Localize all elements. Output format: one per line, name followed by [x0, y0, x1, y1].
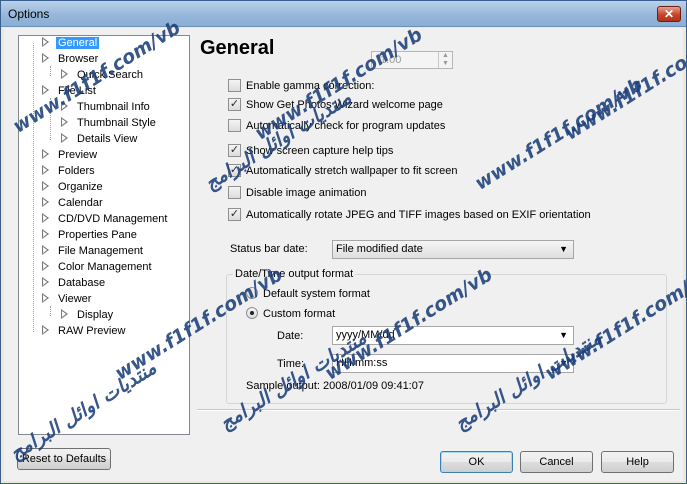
custom-format-radio[interactable]: Custom format: [246, 307, 335, 320]
page-title: General: [200, 37, 275, 59]
expand-arrow-icon: [42, 181, 49, 192]
expand-arrow-icon: [42, 53, 49, 64]
window-title: Options: [8, 7, 50, 21]
program-updates-checkbox[interactable]: Automatically check for program updates: [228, 118, 445, 134]
tree-item-organize[interactable]: Organize: [42, 180, 105, 195]
checkbox-box: [228, 78, 241, 92]
expand-arrow-icon: [42, 261, 49, 272]
tree-item-general[interactable]: General: [42, 36, 100, 51]
chevron-down-icon: ▼: [559, 330, 568, 340]
tree-item-properties-pane[interactable]: Properties Pane: [42, 228, 139, 243]
expand-arrow-icon: [42, 325, 49, 336]
tree-item-browser[interactable]: Browser: [42, 52, 100, 67]
tree-item-folders[interactable]: Folders: [42, 164, 97, 179]
date-label: Date:: [277, 330, 304, 342]
close-button[interactable]: ✕: [657, 6, 681, 22]
expand-arrow-icon: [61, 133, 68, 144]
checkbox-box: [228, 118, 241, 132]
status-bar-date-label: Status bar date:: [230, 243, 308, 255]
expand-arrow-icon: [42, 245, 49, 256]
date-format-combo[interactable]: yyyy/MM/dd ▼: [332, 326, 574, 345]
tree-item-thumbnail-style[interactable]: Thumbnail Style: [61, 116, 158, 131]
tree-item-cd-dvd-management[interactable]: CD/DVD Management: [42, 212, 169, 227]
reset-defaults-button[interactable]: Reset to Defaults: [17, 448, 111, 470]
gamma-correction-checkbox[interactable]: Enable gamma correction:: [228, 78, 374, 94]
tree-item-viewer[interactable]: Viewer: [42, 292, 93, 307]
expand-arrow-icon: [61, 309, 68, 320]
tree-item-preview[interactable]: Preview: [42, 148, 99, 163]
check-icon: ✓: [228, 163, 241, 177]
disable-animation-checkbox[interactable]: Disable image animation: [228, 185, 366, 201]
spinner-arrows-icon[interactable]: ▲ ▼: [438, 52, 452, 68]
options-dialog: Options ✕ General Browser Quick Search F…: [0, 0, 687, 484]
expand-arrow-icon: [42, 85, 49, 96]
tree-connector: [50, 66, 51, 76]
expand-arrow-icon: [42, 197, 49, 208]
radio-circle-icon: [246, 287, 258, 300]
time-format-combo[interactable]: HH:mm:ss ▼: [332, 354, 574, 373]
check-icon: ✓: [228, 97, 241, 111]
exif-rotate-checkbox[interactable]: ✓ Automatically rotate JPEG and TIFF imag…: [228, 207, 591, 223]
expand-arrow-icon: [42, 37, 49, 48]
tree-connector: [33, 43, 34, 332]
tree-item-calendar[interactable]: Calendar: [42, 196, 105, 211]
help-button[interactable]: Help: [601, 451, 674, 473]
options-tree[interactable]: General Browser Quick Search File List T…: [18, 35, 190, 435]
check-icon: ✓: [228, 143, 241, 157]
expand-arrow-icon: [42, 149, 49, 160]
expand-arrow-icon: [42, 277, 49, 288]
tree-item-thumbnail-info[interactable]: Thumbnail Info: [61, 100, 152, 115]
default-format-radio[interactable]: Default system format: [246, 287, 370, 300]
expand-arrow-icon: [42, 293, 49, 304]
tree-item-display[interactable]: Display: [61, 308, 115, 323]
tree-connector: [50, 98, 51, 140]
stretch-wallpaper-checkbox[interactable]: ✓ Automatically stretch wallpaper to fit …: [228, 163, 458, 179]
tree-item-quick-search[interactable]: Quick Search: [61, 68, 145, 83]
radio-selected-icon: [246, 307, 258, 320]
button-separator: [197, 409, 680, 411]
check-icon: ✓: [228, 207, 241, 221]
tree-item-database[interactable]: Database: [42, 276, 107, 291]
datetime-group-label: Date/Time output format: [233, 268, 356, 280]
cancel-button[interactable]: Cancel: [520, 451, 593, 473]
tree-item-color-management[interactable]: Color Management: [42, 260, 154, 275]
tree-connector: [50, 306, 51, 316]
expand-arrow-icon: [61, 101, 68, 112]
status-bar-date-select[interactable]: File modified date ▼: [332, 240, 574, 259]
time-label: Time:: [277, 358, 305, 370]
title-bar: Options ✕: [1, 1, 686, 27]
expand-arrow-icon: [42, 165, 49, 176]
gamma-value-spinner[interactable]: 1.00 ▲ ▼: [371, 51, 453, 69]
expand-arrow-icon: [61, 69, 68, 80]
tree-item-raw-preview[interactable]: RAW Preview: [42, 324, 127, 339]
chevron-down-icon: ▼: [559, 244, 568, 254]
get-photos-wizard-checkbox[interactable]: ✓ Show Get Photos Wizard welcome page: [228, 97, 443, 113]
tree-item-file-list[interactable]: File List: [42, 84, 98, 99]
expand-arrow-icon: [61, 117, 68, 128]
expand-arrow-icon: [42, 213, 49, 224]
tree-item-details-view[interactable]: Details View: [61, 132, 139, 147]
screen-capture-tips-checkbox[interactable]: ✓ Show screen capture help tips: [228, 143, 393, 159]
sample-output-text: Sample output: 2008/01/09 09:41:07: [246, 380, 424, 392]
checkbox-box: [228, 185, 241, 199]
chevron-down-icon: ▼: [559, 358, 568, 368]
tree-item-file-management[interactable]: File Management: [42, 244, 145, 259]
ok-button[interactable]: OK: [440, 451, 513, 473]
expand-arrow-icon: [42, 229, 49, 240]
